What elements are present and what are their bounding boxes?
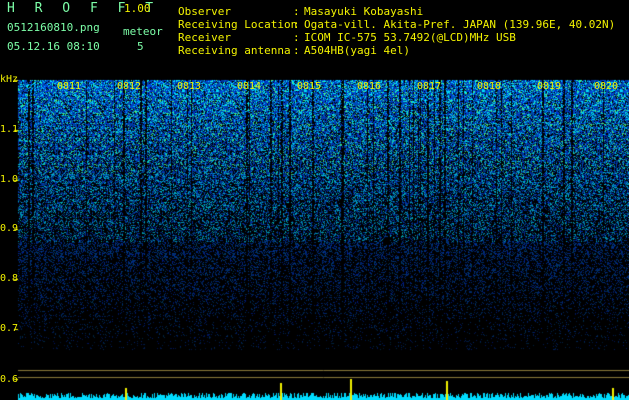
info-key: Receiving Location: [178, 18, 298, 31]
y-tick-label: 1.0: [0, 174, 19, 185]
y-tick-label: 1.1: [0, 124, 19, 135]
time-label: 0812: [117, 81, 142, 92]
info-colon: :: [293, 44, 300, 57]
file-name: 0512160810.png: [7, 21, 100, 34]
time-label: 0818: [477, 81, 502, 92]
info-colon: :: [293, 18, 300, 31]
info-value: Masayuki Kobayashi: [304, 5, 424, 18]
y-tick-label: 0.9: [0, 223, 19, 234]
time-label: 0815: [297, 81, 322, 92]
y-tick-label: 0.8: [0, 273, 19, 284]
y-axis-unit: kHz: [0, 74, 19, 85]
info-colon: :: [293, 31, 300, 44]
info-key: Receiving antenna: [178, 44, 291, 57]
date-time: 05.12.16 08:10: [7, 40, 100, 53]
hrofft-window: H R O F F T 1.00 0512160810.png meteor 0…: [0, 0, 629, 400]
info-key: Receiver: [178, 31, 231, 44]
info-value: Ogata-vill. Akita-Pref. JAPAN (139.96E, …: [304, 18, 616, 31]
spectrogram-canvas: [0, 0, 629, 400]
info-value: A504HB(yagi 4el): [304, 44, 410, 57]
info-value: ICOM IC-575 53.7492(@LCD)MHz USB: [304, 31, 516, 44]
time-label: 0816: [357, 81, 382, 92]
time-label: 0813: [177, 81, 202, 92]
time-label: 0811: [57, 81, 82, 92]
y-tick-label: 0.7: [0, 323, 19, 334]
time-label: 0817: [417, 81, 442, 92]
time-label: 0820: [594, 81, 619, 92]
meteor-label: meteor: [123, 25, 163, 38]
y-tick-label: 0.6: [0, 374, 19, 385]
time-label: 0814: [237, 81, 262, 92]
app-version: 1.00: [124, 2, 151, 15]
time-label: 0819: [537, 81, 562, 92]
info-key: Observer: [178, 5, 231, 18]
meteor-count: 5: [137, 40, 144, 53]
info-colon: :: [293, 5, 300, 18]
